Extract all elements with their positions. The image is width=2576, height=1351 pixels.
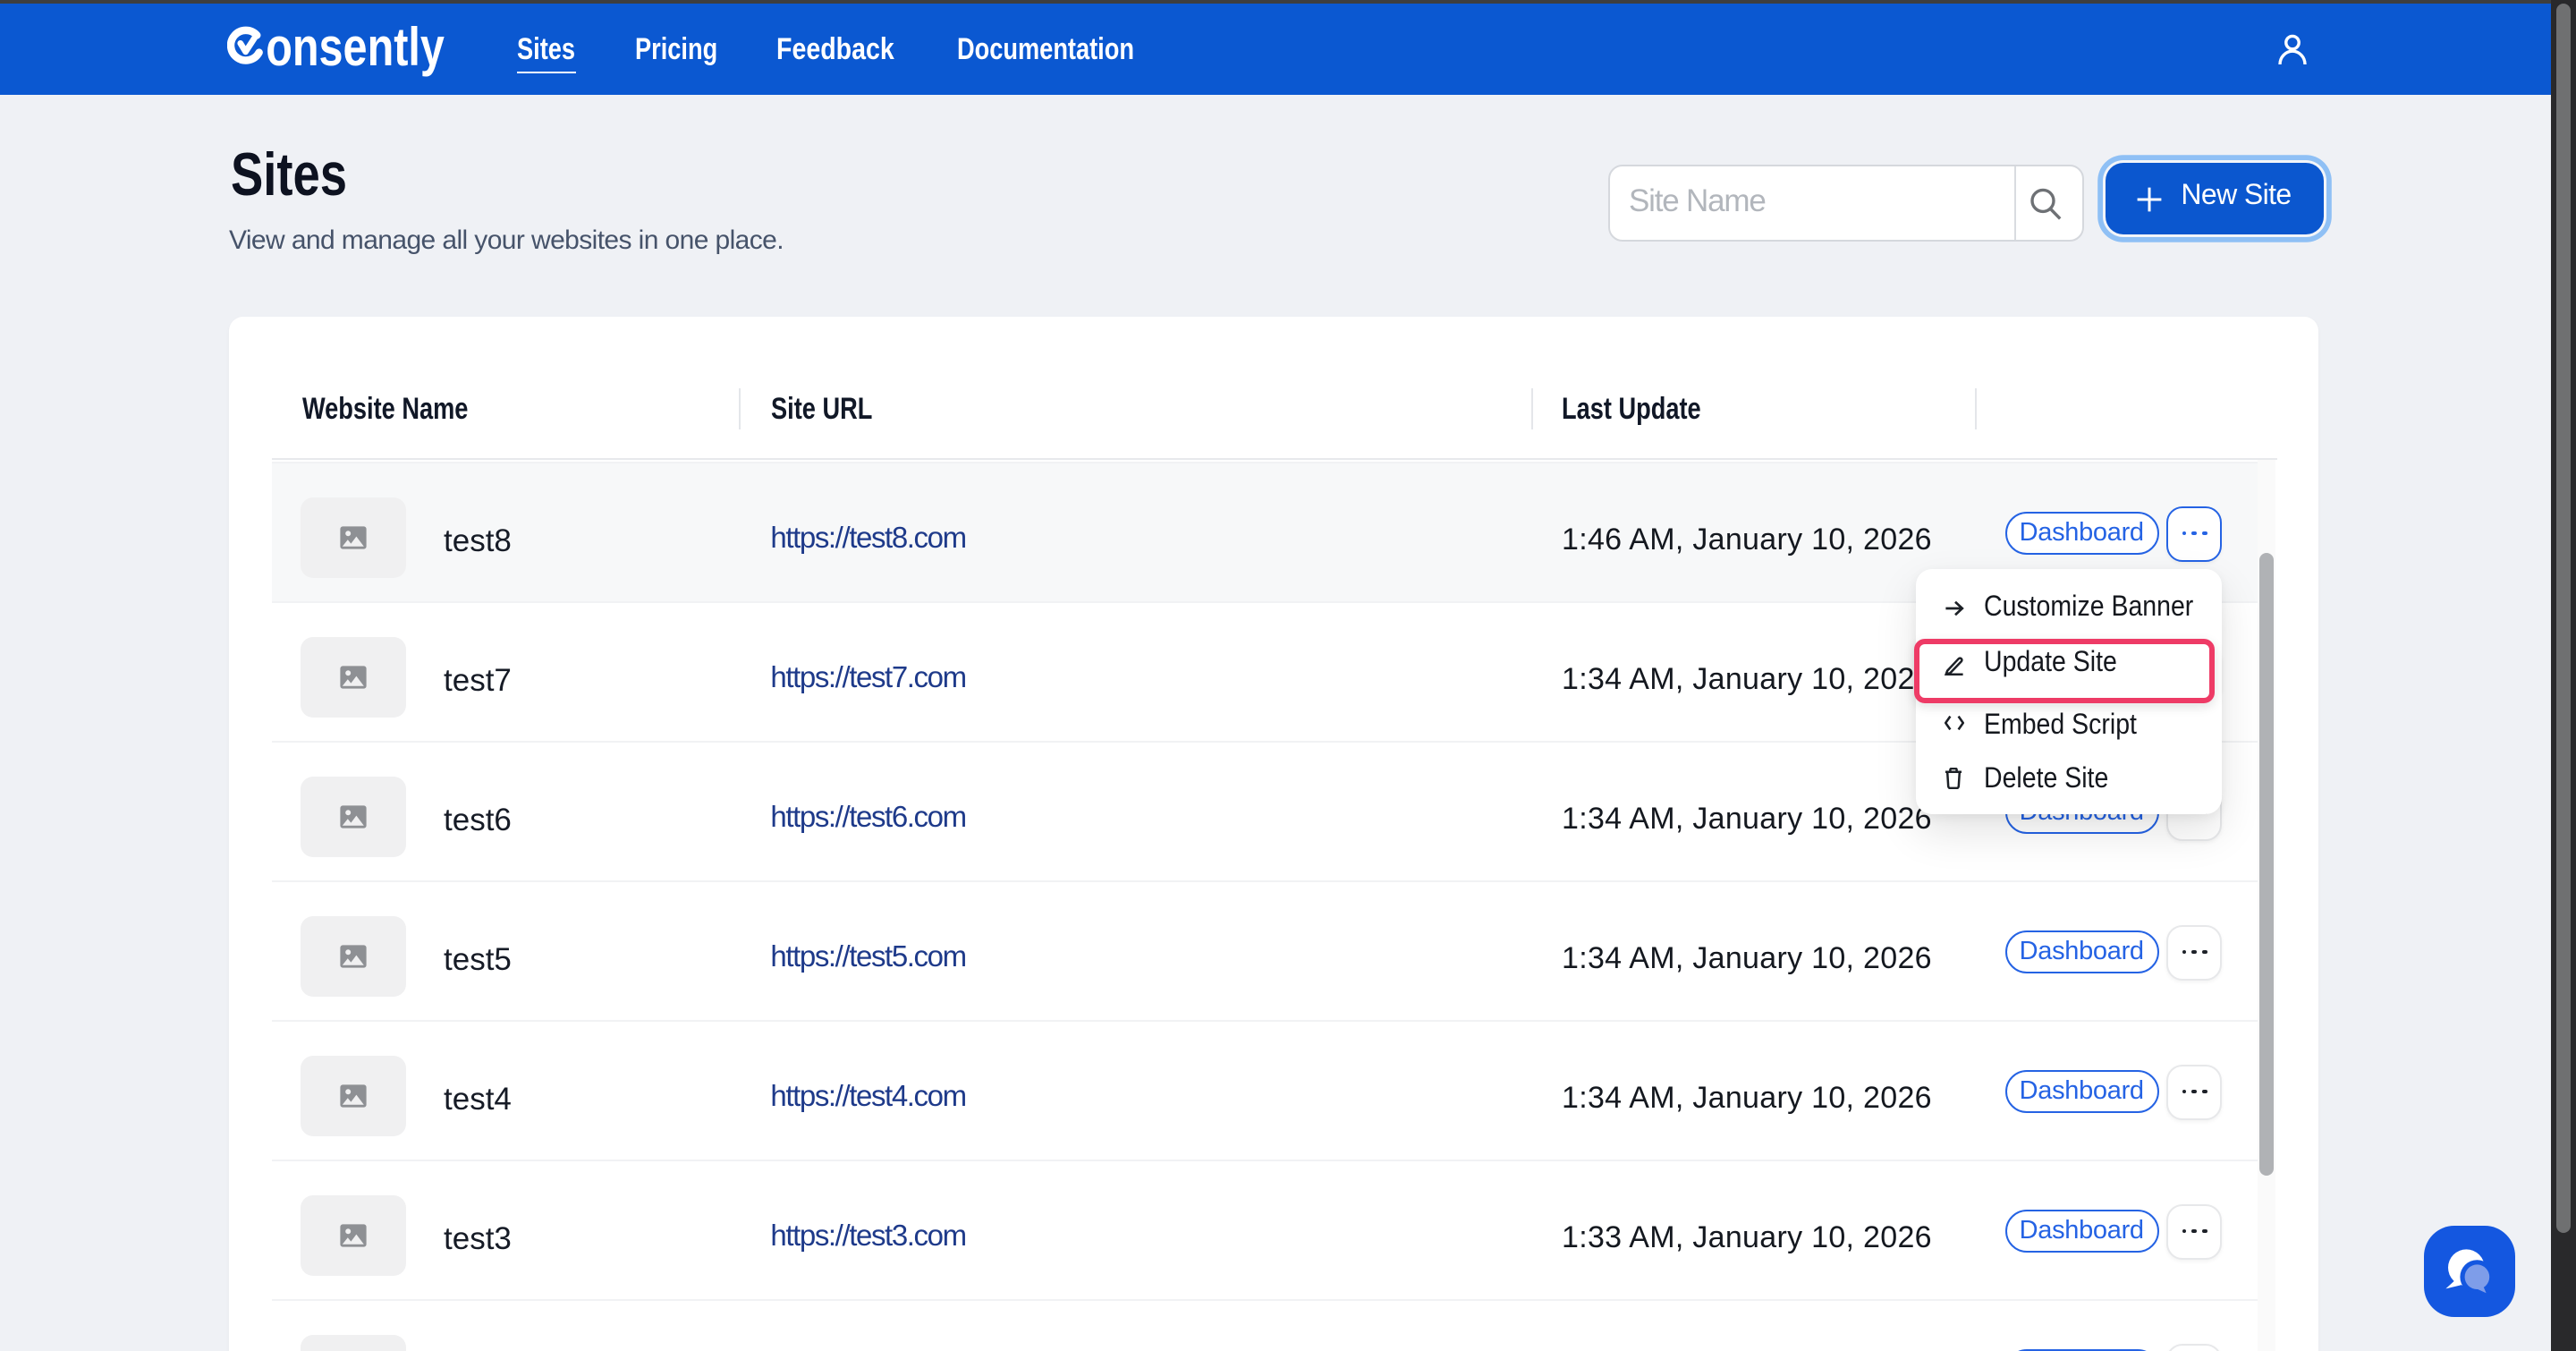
svg-text:onsently: onsently (266, 17, 445, 77)
